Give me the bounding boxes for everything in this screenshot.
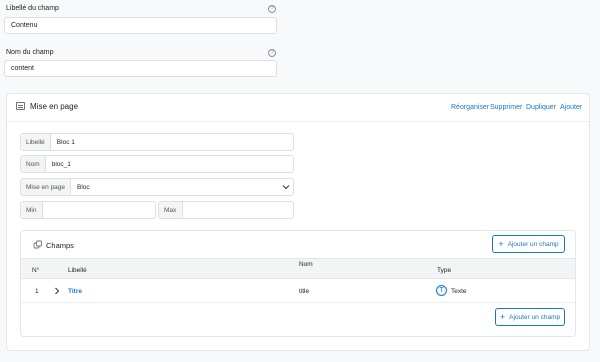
help-icon[interactable]: ? xyxy=(268,49,276,57)
row-type: Texte xyxy=(451,288,467,295)
row-num: 1 xyxy=(35,288,39,295)
col-label: Libellé xyxy=(68,267,87,274)
delete-link[interactable]: Supprimer xyxy=(490,104,522,111)
plus-icon: + xyxy=(499,311,506,322)
block-label-field[interactable]: Libellé Bloc 1 xyxy=(20,133,294,151)
block-name-field[interactable]: Nom bloc_1 xyxy=(20,155,294,173)
text-type-icon: T xyxy=(436,285,447,296)
block-name-value: bloc_1 xyxy=(51,160,71,168)
block-max-field[interactable]: Max xyxy=(158,201,294,219)
col-name: Nom xyxy=(299,261,313,268)
copy-icon xyxy=(33,240,43,252)
field-name-caption: Nom du champ xyxy=(6,49,54,56)
add-field-label: Ajouter un champ xyxy=(507,240,559,248)
row-label-link[interactable]: Titre xyxy=(68,288,82,295)
table-header: N° Libellé Nom Type xyxy=(21,258,575,279)
chevron-down-icon xyxy=(279,179,293,195)
add-field-label: Ajouter un champ xyxy=(509,313,561,321)
duplicate-link[interactable]: Dupliquer xyxy=(526,104,556,111)
block-layout-select[interactable]: Mise en page Bloc xyxy=(20,178,294,196)
block-layout-value: Bloc xyxy=(77,183,90,191)
field-name-input[interactable]: content xyxy=(4,60,277,77)
block-min-prefix: Min xyxy=(21,202,43,218)
layout-icon xyxy=(16,102,25,110)
block-min-field[interactable]: Min xyxy=(20,201,156,219)
add-link[interactable]: Ajouter xyxy=(560,104,582,111)
block-name-prefix: Nom xyxy=(21,156,46,172)
block-layout-prefix: Mise en page xyxy=(21,179,72,195)
fields-title: Champs xyxy=(46,241,74,250)
row-name: title xyxy=(299,288,310,295)
layout-card: Mise en page Réorganiser Supprimer Dupli… xyxy=(6,93,590,351)
add-field-button-bottom[interactable]: + Ajouter un champ xyxy=(495,308,565,326)
help-icon[interactable]: ? xyxy=(268,5,276,13)
block-max-prefix: Max xyxy=(159,202,183,218)
reorganize-link[interactable]: Réorganiser xyxy=(451,104,489,111)
block-min-value xyxy=(43,202,155,218)
layout-title: Mise en page xyxy=(30,102,79,111)
add-field-button-top[interactable]: + Ajouter un champ xyxy=(492,235,565,253)
field-label-input[interactable]: Contenu xyxy=(4,17,277,34)
block-label-prefix: Libellé xyxy=(21,134,51,150)
field-label-caption: Libellé du champ xyxy=(6,5,59,12)
header-divider xyxy=(7,121,589,122)
chevron-right-icon[interactable] xyxy=(54,287,60,297)
col-type: Type xyxy=(437,267,452,274)
block-label-value: Bloc 1 xyxy=(56,138,75,146)
fields-card: Champs + Ajouter un champ N° Libellé Nom… xyxy=(20,230,576,337)
col-num: N° xyxy=(32,267,40,274)
block-max-value xyxy=(183,202,293,218)
table-row[interactable]: 1 Titre title T Texte xyxy=(21,279,575,303)
plus-icon: + xyxy=(498,238,504,249)
